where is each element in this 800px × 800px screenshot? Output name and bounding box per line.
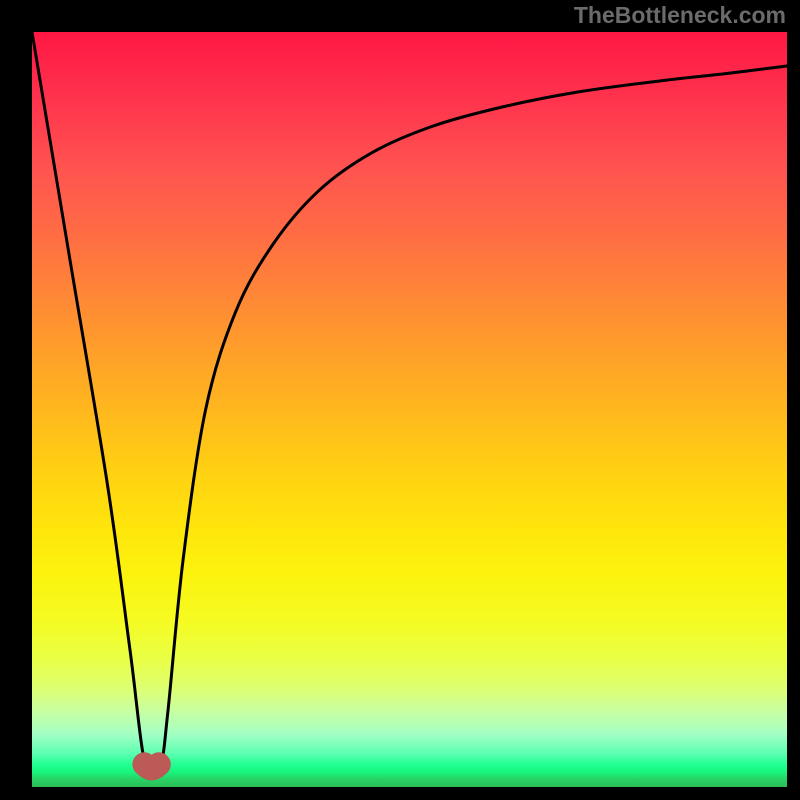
chart-frame [32,32,787,787]
minimum-marker [132,752,170,780]
bottleneck-curve-svg [32,32,787,787]
plot-area [32,32,787,787]
bottleneck-curve [32,32,787,775]
watermark-text: TheBottleneck.com [574,2,786,29]
